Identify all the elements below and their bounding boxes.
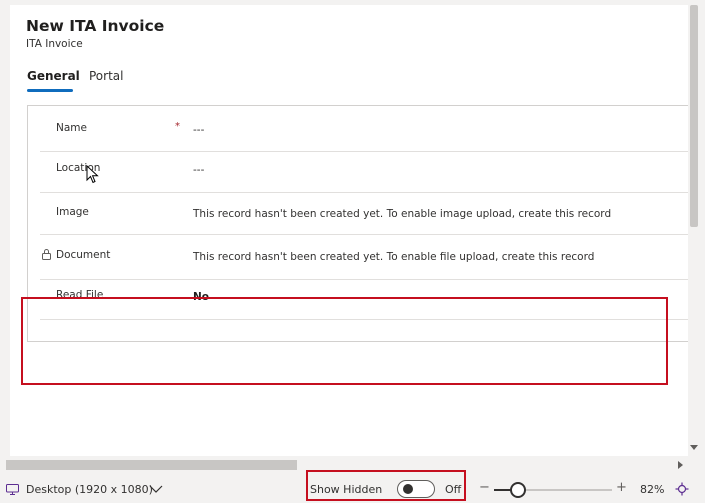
empty-section-highlight xyxy=(21,297,668,385)
chevron-down-icon[interactable] xyxy=(149,485,163,493)
page-title: New ITA Invoice xyxy=(26,17,165,35)
mouse-pointer-icon xyxy=(86,165,99,184)
field-row-name[interactable]: Name * --- xyxy=(40,106,688,152)
field-row-image[interactable]: Image This record hasn't been created ye… xyxy=(40,193,688,235)
horizontal-scroll-thumb[interactable] xyxy=(6,460,297,470)
zoom-slider[interactable] xyxy=(494,482,612,498)
tab-portal[interactable]: Portal xyxy=(89,69,123,83)
field-value-image: This record hasn't been created yet. To … xyxy=(193,208,612,220)
field-label-name: Name xyxy=(56,122,87,134)
zoom-slider-thumb[interactable] xyxy=(510,482,526,498)
field-row-document[interactable]: Document This record hasn't been created… xyxy=(40,235,688,280)
device-selector[interactable]: Desktop (1920 x 1080) xyxy=(26,483,153,496)
show-hidden-label: Show Hidden xyxy=(310,483,383,496)
tab-general[interactable]: General xyxy=(27,69,80,83)
field-label-image: Image xyxy=(56,206,89,218)
zoom-in-button[interactable]: + xyxy=(616,480,627,495)
vertical-scrollbar[interactable] xyxy=(688,5,700,456)
scroll-down-arrow-icon[interactable] xyxy=(690,445,698,450)
zoom-level: 82% xyxy=(640,483,665,496)
bottom-toolbar: Desktop (1920 x 1080) Show Hidden Off − … xyxy=(0,470,705,503)
field-value-location[interactable]: --- xyxy=(193,164,204,176)
show-hidden-toggle[interactable] xyxy=(397,480,435,498)
field-row-location[interactable]: Location --- xyxy=(40,152,688,193)
scroll-right-arrow-icon[interactable] xyxy=(678,461,683,469)
show-hidden-state: Off xyxy=(445,483,462,496)
field-value-name[interactable]: --- xyxy=(193,124,204,136)
required-marker: * xyxy=(175,121,180,132)
lock-icon xyxy=(42,249,51,260)
field-label-document: Document xyxy=(56,249,111,261)
vertical-scroll-thumb[interactable] xyxy=(690,5,698,227)
toggle-knob xyxy=(403,484,413,494)
fit-to-screen-icon[interactable] xyxy=(675,482,689,496)
page-subtitle: ITA Invoice xyxy=(26,38,83,50)
desktop-icon xyxy=(6,484,19,495)
zoom-out-button[interactable]: − xyxy=(479,480,490,495)
form-canvas: New ITA Invoice ITA Invoice General Port… xyxy=(10,5,688,456)
selected-tab-indicator xyxy=(27,89,73,92)
field-value-document: This record hasn't been created yet. To … xyxy=(193,251,595,263)
